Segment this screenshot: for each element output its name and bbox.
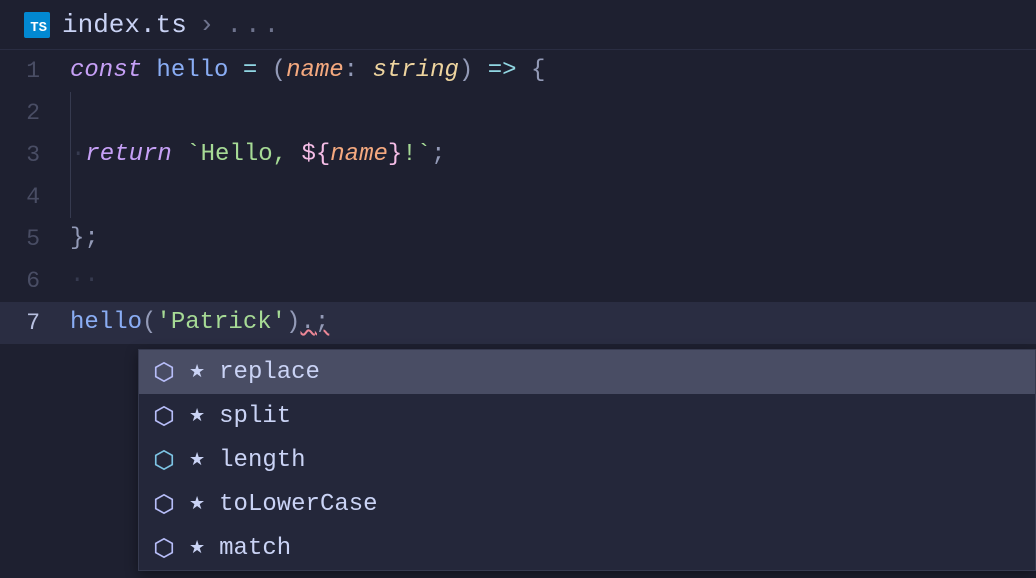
tab-bar: TS index.ts › ... [0,0,1036,50]
autocomplete-label: length [219,447,305,474]
star-icon: ★ [189,361,205,383]
code-line[interactable]: const hello = (name: string) => { [70,50,1036,92]
line-number: 2 [0,92,40,134]
colon: : [344,57,358,84]
keyword-const: const [70,57,142,84]
method-icon [153,493,175,515]
parameter-name: name [286,57,344,84]
whitespace: ·· [70,267,99,294]
space [142,57,156,84]
typescript-badge-icon: TS [24,12,50,38]
operator-eq: = [243,57,257,84]
code-line[interactable] [70,176,1036,218]
template-string-backtick: ` [186,141,200,168]
template-string-backtick: ` [417,141,431,168]
line-number: 3 [0,134,40,176]
indent-guide [70,92,71,134]
autocomplete-label: split [219,403,291,430]
space [257,57,271,84]
method-icon [153,361,175,383]
autocomplete-item[interactable]: ★ match [139,526,1035,570]
code-line[interactable]: }; [70,218,1036,260]
semicolon: ; [431,141,445,168]
autocomplete-label: toLowerCase [219,491,377,518]
method-icon [153,405,175,427]
interpolation-close: } [388,141,402,168]
keyword-return: return [85,141,171,168]
interpolation-open: ${ [301,141,330,168]
space [358,57,372,84]
error-semicolon: ; [315,309,329,336]
autocomplete-label: match [219,535,291,562]
space [228,57,242,84]
semicolon: ; [84,225,98,252]
error-dot: . [300,309,314,336]
tab-filename[interactable]: index.ts [62,10,187,40]
breadcrumb-separator-icon: › [199,10,215,40]
autocomplete-item-selected[interactable]: ★ replace [139,350,1035,394]
function-name: hello [156,57,228,84]
brace-open: { [531,57,545,84]
brace-close: } [70,225,84,252]
star-icon: ★ [189,537,205,559]
line-number: 4 [0,176,40,218]
breadcrumb-dots[interactable]: ... [226,10,282,40]
code-line[interactable]: ·· [70,260,1036,302]
paren-open: ( [272,57,286,84]
space [517,57,531,84]
autocomplete-item[interactable]: ★ length [139,438,1035,482]
code-line[interactable] [70,92,1036,134]
star-icon: ★ [189,493,205,515]
line-number: 5 [0,218,40,260]
code-editor[interactable]: 1 2 3 4 5 6 7 const hello = (name: strin… [0,50,1036,344]
function-call: hello [70,309,142,336]
code-line[interactable]: ·return `Hello, ${name}!`; [70,134,1036,176]
paren-close: ) [459,57,473,84]
space [172,141,186,168]
autocomplete-label: replace [219,359,320,386]
string-argument: 'Patrick' [156,309,286,336]
code-body[interactable]: const hello = (name: string) => { ·retur… [70,50,1036,344]
type-annotation: string [372,57,458,84]
autocomplete-item[interactable]: ★ toLowerCase [139,482,1035,526]
space [473,57,487,84]
variable-name: name [330,141,388,168]
code-line-active[interactable]: hello('Patrick').; [70,302,1036,344]
string-literal: Hello, [201,141,302,168]
whitespace: · [71,141,85,168]
property-icon [153,449,175,471]
star-icon: ★ [189,449,205,471]
method-icon [153,537,175,559]
indent-guide [70,176,71,218]
line-number: 6 [0,260,40,302]
star-icon: ★ [189,405,205,427]
arrow: => [488,57,517,84]
autocomplete-popup[interactable]: ★ replace ★ split ★ length ★ toLowerCase… [138,349,1036,571]
line-number: 1 [0,50,40,92]
string-literal: ! [402,141,416,168]
line-number-gutter: 1 2 3 4 5 6 7 [0,50,70,344]
autocomplete-item[interactable]: ★ split [139,394,1035,438]
paren-open: ( [142,309,156,336]
paren-close: ) [286,309,300,336]
line-number-active: 7 [0,302,40,344]
